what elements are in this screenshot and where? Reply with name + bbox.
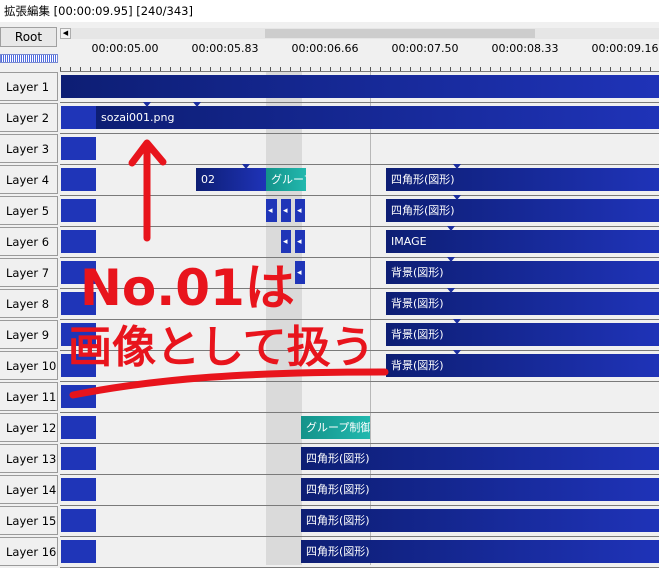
- clip-layer5-head[interactable]: [61, 199, 96, 222]
- layer-label-4[interactable]: Layer 4: [0, 165, 58, 194]
- clip-layer11[interactable]: [61, 385, 96, 408]
- layer-separator: [60, 319, 659, 320]
- clip-bg-layer10[interactable]: 背景(図形): [386, 354, 659, 377]
- layer-label-7[interactable]: Layer 7: [0, 258, 58, 287]
- clip-image[interactable]: IMAGE: [386, 230, 659, 253]
- clip-rect-layer5[interactable]: 四角形(図形): [386, 199, 659, 222]
- tick-label: 00:00:05.83: [191, 42, 259, 55]
- clip-layer14-head[interactable]: [61, 478, 96, 501]
- layer-separator: [60, 195, 659, 196]
- layer-label-1[interactable]: Layer 1: [0, 72, 58, 101]
- layer-separator: [60, 288, 659, 289]
- clip-bg-layer9[interactable]: 背景(図形): [386, 323, 659, 346]
- layer-label-2[interactable]: Layer 2: [0, 103, 58, 132]
- window-title: 拡張編集 [00:00:09.95] [240/343]: [0, 0, 659, 22]
- layer-separator: [60, 474, 659, 475]
- layer-label-15[interactable]: Layer 15: [0, 506, 58, 535]
- clip-layer1[interactable]: [61, 75, 659, 98]
- layer-separator: [60, 443, 659, 444]
- root-button[interactable]: Root: [0, 27, 57, 47]
- tick-label: 00:00:09.16: [591, 42, 659, 55]
- zoom-slider[interactable]: [0, 54, 58, 63]
- clip-rect-layer13[interactable]: 四角形(図形): [301, 447, 659, 470]
- tick-label: 00:00:05.00: [91, 42, 159, 55]
- clip-rect-layer16[interactable]: 四角形(図形): [301, 540, 659, 563]
- midpoint-marker-icon[interactable]: [453, 319, 461, 324]
- layer-label-14[interactable]: Layer 14: [0, 475, 58, 504]
- layer-label-10[interactable]: Layer 10: [0, 351, 58, 380]
- clip-rect-layer15[interactable]: 四角形(図形): [301, 509, 659, 532]
- midpoint-marker-icon[interactable]: [453, 195, 461, 200]
- layer-label-6[interactable]: Layer 6: [0, 227, 58, 256]
- clip-layer9-head[interactable]: [61, 323, 96, 346]
- midpoint-marker-icon[interactable]: [242, 164, 250, 169]
- midpoint-marker-icon[interactable]: [193, 102, 201, 107]
- layer-separator: [60, 505, 659, 506]
- tick-label: 00:00:07.50: [391, 42, 459, 55]
- arrow-left-icon: ◂: [297, 237, 302, 247]
- clip-group-layer4[interactable]: グループ: [266, 168, 306, 191]
- arrow-left-icon: ◂: [268, 206, 273, 216]
- layer-label-12[interactable]: Layer 12: [0, 413, 58, 442]
- layer-label-13[interactable]: Layer 13: [0, 444, 58, 473]
- clip-sozai001[interactable]: sozai001.png: [96, 106, 659, 129]
- layer-separator: [60, 412, 659, 413]
- clip-layer13-head[interactable]: [61, 447, 96, 470]
- arrow-left-icon: ◂: [283, 237, 288, 247]
- layer-label-9[interactable]: Layer 9: [0, 320, 58, 349]
- layer-label-3[interactable]: Layer 3: [0, 134, 58, 163]
- layer-label-16[interactable]: Layer 16: [0, 537, 58, 566]
- midpoint-marker-icon[interactable]: [447, 226, 455, 231]
- clip-layer4-head[interactable]: [61, 168, 96, 191]
- clip-layer15-head[interactable]: [61, 509, 96, 532]
- clip-layer2-head[interactable]: [61, 106, 97, 129]
- clip-group-control[interactable]: グループ制御: [301, 416, 370, 439]
- tick-label: 00:00:08.33: [491, 42, 559, 55]
- clip-layer7-head[interactable]: [61, 261, 96, 284]
- midpoint-marker-icon[interactable]: [453, 164, 461, 169]
- midpoint-marker-icon[interactable]: [453, 350, 461, 355]
- clip-rect-layer14[interactable]: 四角形(図形): [301, 478, 659, 501]
- clip-layer12-head[interactable]: [61, 416, 96, 439]
- layer-separator: [60, 350, 659, 351]
- midpoint-marker-icon[interactable]: [447, 288, 455, 293]
- clip-layer16-head[interactable]: [61, 540, 96, 563]
- clip-rect-layer4[interactable]: 四角形(図形): [386, 168, 659, 191]
- layer-label-5[interactable]: Layer 5: [0, 196, 58, 225]
- clip-layer10-head[interactable]: [61, 354, 96, 377]
- midpoint-marker-icon[interactable]: [447, 257, 455, 262]
- layer-separator: [60, 71, 659, 72]
- layer-label-8[interactable]: Layer 8: [0, 289, 58, 318]
- tick-label: 00:00:06.66: [291, 42, 359, 55]
- layer-separator: [60, 226, 659, 227]
- arrow-left-icon: ◂: [283, 206, 288, 216]
- layer-label-11[interactable]: Layer 11: [0, 382, 58, 411]
- clip-bg-layer7[interactable]: 背景(図形): [386, 261, 659, 284]
- horizontal-scrollbar[interactable]: ◀: [60, 28, 659, 39]
- arrow-left-icon: ◂: [297, 268, 302, 278]
- clip-bg-layer8[interactable]: 背景(図形): [386, 292, 659, 315]
- layer-separator: [60, 381, 659, 382]
- layer-separator: [60, 536, 659, 537]
- time-ruler[interactable]: 00:00:05.00 00:00:05.83 00:00:06.66 00:0…: [60, 39, 659, 73]
- clip-layer8-head[interactable]: [61, 292, 96, 315]
- midpoint-marker-icon[interactable]: [143, 102, 151, 107]
- scroll-thumb[interactable]: [265, 29, 535, 38]
- scroll-left-icon[interactable]: ◀: [60, 28, 71, 39]
- layer-separator: [60, 133, 659, 134]
- clip-layer3[interactable]: [61, 137, 96, 160]
- clip-layer6-head[interactable]: [61, 230, 96, 253]
- clip-02[interactable]: 02: [196, 168, 266, 191]
- arrow-left-icon: ◂: [297, 206, 302, 216]
- layer-separator: [60, 164, 659, 165]
- layer-separator: [60, 257, 659, 258]
